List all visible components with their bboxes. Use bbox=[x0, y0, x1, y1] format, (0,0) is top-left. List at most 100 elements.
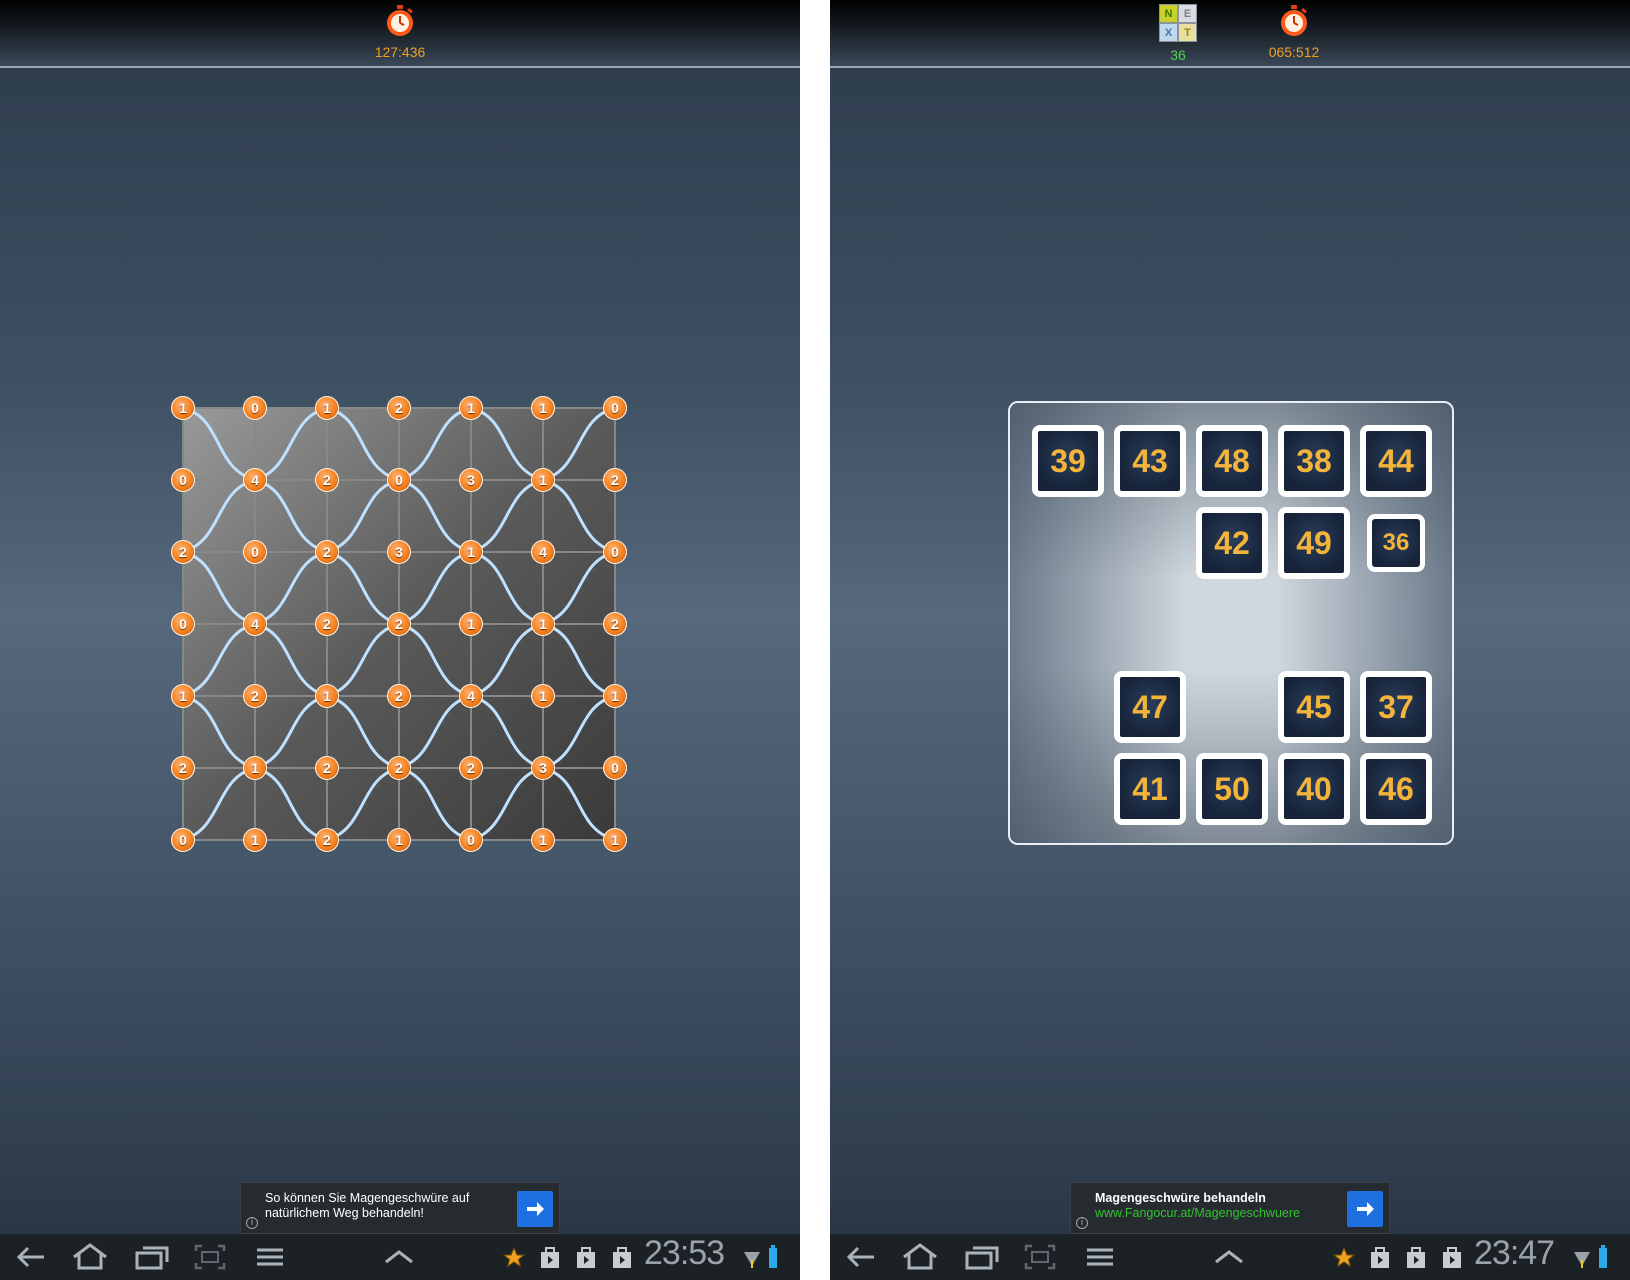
chevron-up-icon[interactable] bbox=[382, 1242, 416, 1272]
ad-arrow-button[interactable] bbox=[1347, 1191, 1383, 1227]
ad-text: So können Sie Magengeschwüre auf natürli… bbox=[265, 1191, 469, 1221]
clue-node: 1 bbox=[315, 684, 339, 708]
ad-arrow-button[interactable] bbox=[517, 1191, 553, 1227]
clue-node: 1 bbox=[531, 684, 555, 708]
number-tile[interactable]: 44 bbox=[1360, 425, 1432, 497]
screenshot-icon[interactable] bbox=[1022, 1242, 1058, 1272]
clue-node: 0 bbox=[459, 828, 483, 852]
clue-node: 0 bbox=[243, 540, 267, 564]
clue-node: 2 bbox=[387, 396, 411, 420]
number-tile[interactable]: 40 bbox=[1278, 753, 1350, 825]
timer-value: 065:512 bbox=[1268, 44, 1320, 60]
clue-node: 2 bbox=[459, 756, 483, 780]
info-icon[interactable]: i bbox=[1076, 1217, 1088, 1229]
clue-node: 1 bbox=[459, 396, 483, 420]
clue-node: 0 bbox=[603, 540, 627, 564]
number-tile[interactable]: 45 bbox=[1278, 671, 1350, 743]
clue-node: 2 bbox=[171, 540, 195, 564]
clue-node: 2 bbox=[387, 756, 411, 780]
ad-url[interactable]: www.Fangocur.at/Magengeschwuere bbox=[1095, 1206, 1300, 1220]
clue-node: 2 bbox=[315, 612, 339, 636]
ad-line2: natürlichem Weg behandeln! bbox=[265, 1206, 424, 1220]
menu-icon[interactable] bbox=[1084, 1242, 1116, 1272]
home-icon[interactable] bbox=[900, 1242, 940, 1272]
clue-node: 1 bbox=[387, 828, 411, 852]
clue-node: 1 bbox=[531, 468, 555, 492]
play-store-icon bbox=[577, 1247, 595, 1268]
number-tile[interactable]: 41 bbox=[1114, 753, 1186, 825]
clue-node: 2 bbox=[171, 756, 195, 780]
signal-icon bbox=[1574, 1252, 1590, 1268]
battery-icon bbox=[769, 1245, 777, 1268]
home-icon[interactable] bbox=[70, 1242, 110, 1272]
number-tile[interactable]: 39 bbox=[1032, 425, 1104, 497]
clue-node: 2 bbox=[243, 684, 267, 708]
top-bar: N E X T 36 065:512 bbox=[830, 0, 1630, 68]
number-tile[interactable]: 47 bbox=[1114, 671, 1186, 743]
next-letter: N bbox=[1160, 5, 1177, 22]
system-navbar: 23:47 bbox=[830, 1234, 1630, 1280]
arrow-right-icon bbox=[527, 1202, 544, 1216]
ad-text: Magengeschwüre behandeln www.Fangocur.at… bbox=[1095, 1191, 1300, 1220]
right-screen: N E X T 36 065:512 39 43 48 38 44 42 49 … bbox=[830, 0, 1630, 1280]
battery-icon bbox=[1599, 1245, 1607, 1268]
number-tile[interactable]: 49 bbox=[1278, 507, 1350, 579]
back-icon[interactable] bbox=[844, 1242, 878, 1272]
clue-node: 1 bbox=[531, 828, 555, 852]
signal-icon bbox=[744, 1252, 760, 1268]
next-icon: N E X T bbox=[1159, 4, 1197, 42]
number-tile[interactable]: 43 bbox=[1114, 425, 1186, 497]
info-icon[interactable]: i bbox=[246, 1217, 258, 1229]
clue-node: 4 bbox=[459, 684, 483, 708]
clue-node: 3 bbox=[459, 468, 483, 492]
clue-node: 4 bbox=[243, 468, 267, 492]
clue-node: 0 bbox=[387, 468, 411, 492]
ad-title: Magengeschwüre behandeln bbox=[1095, 1191, 1266, 1205]
clue-node: 1 bbox=[171, 396, 195, 420]
next-count: 36 bbox=[1170, 47, 1186, 63]
clue-node: 0 bbox=[603, 756, 627, 780]
clue-node: 1 bbox=[315, 396, 339, 420]
tile-panel: 39 43 48 38 44 42 49 36 47 45 37 41 50 4… bbox=[1008, 401, 1454, 845]
ad-banner[interactable]: So können Sie Magengeschwüre auf natürli… bbox=[240, 1182, 560, 1234]
back-icon[interactable] bbox=[14, 1242, 48, 1272]
next-indicator: N E X T 36 bbox=[1138, 4, 1218, 63]
bag-icon bbox=[1371, 1247, 1389, 1268]
chevron-up-icon[interactable] bbox=[1212, 1242, 1246, 1272]
recent-apps-icon[interactable] bbox=[134, 1242, 170, 1272]
clue-node: 1 bbox=[171, 684, 195, 708]
clue-node: 2 bbox=[315, 468, 339, 492]
number-tile[interactable]: 50 bbox=[1196, 753, 1268, 825]
number-tile[interactable]: 48 bbox=[1196, 425, 1268, 497]
clue-node: 2 bbox=[387, 612, 411, 636]
bag-icon bbox=[1443, 1247, 1461, 1268]
clue-node: 0 bbox=[171, 612, 195, 636]
number-tile[interactable]: 46 bbox=[1360, 753, 1432, 825]
menu-icon[interactable] bbox=[254, 1242, 286, 1272]
clue-node: 4 bbox=[243, 612, 267, 636]
clue-node: 0 bbox=[603, 396, 627, 420]
ad-banner[interactable]: Magengeschwüre behandeln www.Fangocur.at… bbox=[1070, 1182, 1390, 1234]
clue-node: 1 bbox=[243, 756, 267, 780]
number-tile[interactable]: 37 bbox=[1360, 671, 1432, 743]
clue-node: 2 bbox=[387, 684, 411, 708]
clue-node: 1 bbox=[243, 828, 267, 852]
arrow-right-icon bbox=[1357, 1202, 1374, 1216]
screenshot-icon[interactable] bbox=[192, 1242, 228, 1272]
next-letter: X bbox=[1160, 24, 1177, 41]
clue-node: 4 bbox=[531, 540, 555, 564]
clock: 23:53 bbox=[644, 1234, 725, 1272]
clue-node: 0 bbox=[171, 468, 195, 492]
play-store-icon bbox=[1407, 1247, 1425, 1268]
clue-node: 3 bbox=[531, 756, 555, 780]
bag-icon bbox=[541, 1247, 559, 1268]
clue-node: 2 bbox=[315, 540, 339, 564]
clue-node: 1 bbox=[459, 540, 483, 564]
number-tile-next[interactable]: 36 bbox=[1367, 514, 1425, 572]
star-icon bbox=[1332, 1246, 1356, 1268]
clue-node: 0 bbox=[171, 828, 195, 852]
ad-line1: So können Sie Magengeschwüre auf bbox=[265, 1191, 470, 1205]
number-tile[interactable]: 42 bbox=[1196, 507, 1268, 579]
number-tile[interactable]: 38 bbox=[1278, 425, 1350, 497]
recent-apps-icon[interactable] bbox=[964, 1242, 1000, 1272]
